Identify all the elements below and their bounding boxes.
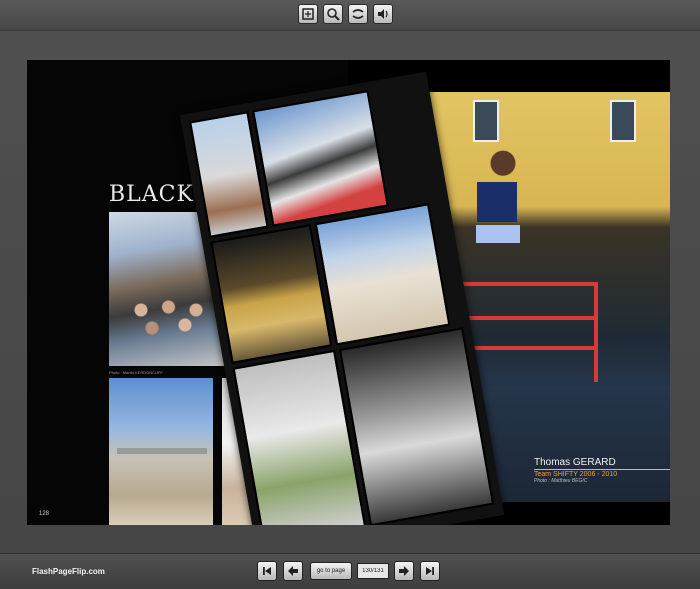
left-photo-credit: Photo : Martin KERDONCUFF [109,370,163,375]
zoom-button[interactable] [323,4,343,24]
brand-label[interactable]: FlashPageFlip.com [32,567,105,576]
page-number-input[interactable] [357,563,389,579]
bottom-navigation-bar: FlashPageFlip.com go to page [0,553,700,589]
first-page-icon [263,567,271,575]
last-page-icon [426,567,434,575]
sound-button[interactable] [373,4,393,24]
collage-photo [252,90,389,227]
credit-divider [534,469,670,470]
skater-figure [468,150,538,260]
arrow-right-icon [399,566,409,576]
building-window [610,100,636,142]
flipbook-viewer: BLACKRI Photo : Martin KERDONCUFF 128 Th… [0,0,700,589]
left-page-number: 128 [39,511,50,517]
toolbar-buttons [298,4,393,24]
rider-team: Team SHIFTY 2006 - 2010 [534,471,618,478]
book-spread[interactable]: BLACKRI Photo : Martin KERDONCUFF 128 Th… [27,60,670,525]
collage-photo [314,203,451,346]
first-page-button[interactable] [257,561,277,581]
flip-icon [352,9,364,19]
last-page-button[interactable] [420,561,440,581]
fit-page-icon [302,8,314,20]
rider-name: Thomas GERARD [534,457,616,468]
speaker-icon [378,9,388,19]
flip-mode-button[interactable] [348,4,368,24]
rider-credit: Thomas GERARD Team SHIFTY 2006 - 2010 Ph… [534,457,670,484]
previous-page-button[interactable] [283,561,303,581]
collage-photo [210,224,333,364]
go-to-page-button[interactable]: go to page [310,562,352,580]
building-window [473,100,499,142]
arrow-left-icon [288,566,298,576]
magnifier-icon [327,8,340,21]
rail-grind-photo [109,378,213,525]
top-toolbar [0,0,700,31]
fit-page-button[interactable] [298,4,318,24]
collage-photo [338,327,495,525]
next-page-button[interactable] [394,561,414,581]
right-photo-credit: Photo : Matthieu BEGIC [534,478,588,484]
